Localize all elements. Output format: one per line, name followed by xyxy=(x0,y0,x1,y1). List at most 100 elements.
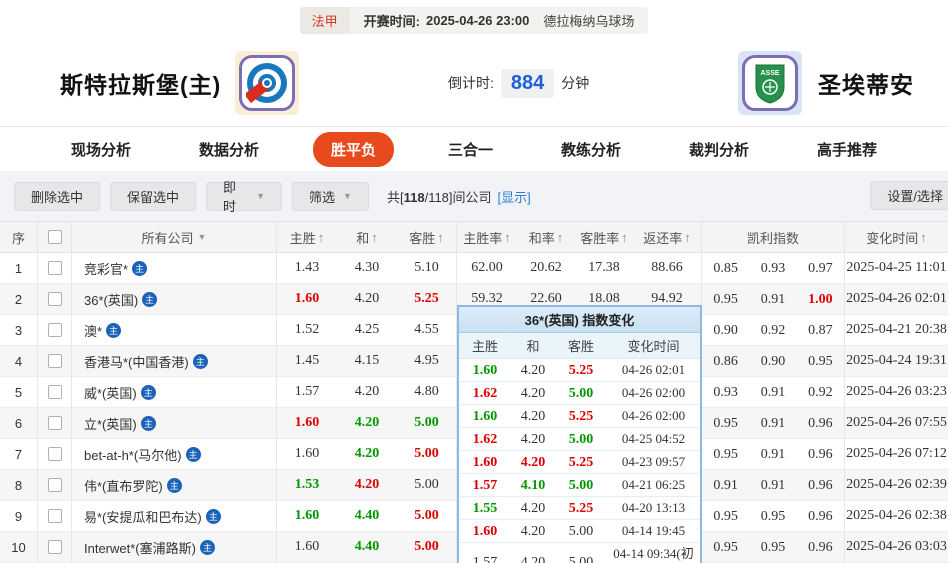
realtime-dropdown-label: 即时 xyxy=(223,177,248,215)
column-header-主胜[interactable]: 主胜↑ xyxy=(277,222,337,252)
column-header-变化时间[interactable]: 变化时间↑ xyxy=(845,222,948,252)
nav-tab-教练分析[interactable]: 教练分析 xyxy=(547,132,635,167)
filter-dropdown[interactable]: 筛选 ▼ xyxy=(292,182,369,211)
company-name[interactable]: 伟*(直布罗陀)主 xyxy=(72,470,277,500)
away-odds: 5.00 xyxy=(397,439,457,469)
company-name[interactable]: 威*(英国)主 xyxy=(72,377,277,407)
row-checkbox[interactable] xyxy=(48,354,62,368)
sort-asc-icon: ↑ xyxy=(504,230,511,245)
row-seq: 10 xyxy=(0,532,38,562)
column-header-返还率[interactable]: 返还率↑ xyxy=(633,222,702,252)
row-checkbox-cell xyxy=(38,346,72,376)
nav-tab-现场分析[interactable]: 现场分析 xyxy=(57,132,145,167)
column-header-和[interactable]: 和↑ xyxy=(337,222,397,252)
away-odds: 4.55 xyxy=(397,315,457,345)
away-rate: 17.38 xyxy=(575,253,633,283)
row-checkbox-cell xyxy=(38,470,72,500)
row-checkbox[interactable] xyxy=(48,323,62,337)
column-header-凯利指数: 凯利指数 xyxy=(702,222,845,252)
nav-tab-数据分析[interactable]: 数据分析 xyxy=(185,132,273,167)
column-header-客胜率[interactable]: 客胜率↑ xyxy=(575,222,633,252)
nav-tab-高手推荐[interactable]: 高手推荐 xyxy=(803,132,891,167)
home-odds: 1.43 xyxy=(277,253,337,283)
company-name[interactable]: 香港马*(中国香港)主 xyxy=(72,346,277,376)
change-time: 2025-04-25 11:01 xyxy=(845,253,948,283)
column-header-所有公司[interactable]: 所有公司▼ xyxy=(72,222,277,252)
company-name[interactable]: bet-at-h*(马尔他)主 xyxy=(72,439,277,469)
popup-history-row: 1.604.205.2504-26 02:00 xyxy=(459,405,700,428)
popup-change-time: 04-26 02:01 xyxy=(607,362,700,378)
home-badge-icon: 主 xyxy=(193,354,208,369)
chevron-down-icon: ▼ xyxy=(343,191,352,201)
change-time: 2025-04-26 02:38 xyxy=(845,501,948,531)
home-badge-icon: 主 xyxy=(132,261,147,276)
popup-home-odds: 1.57 xyxy=(459,476,511,494)
row-checkbox[interactable] xyxy=(48,292,62,306)
popup-away-odds: 5.00 xyxy=(555,384,607,402)
draw-odds: 4.20 xyxy=(337,439,397,469)
row-checkbox[interactable] xyxy=(48,447,62,461)
row-checkbox[interactable] xyxy=(48,509,62,523)
realtime-dropdown[interactable]: 即时 ▼ xyxy=(206,182,282,211)
select-all-checkbox[interactable] xyxy=(48,230,62,244)
home-badge-icon: 主 xyxy=(186,447,201,462)
popup-change-time: 04-26 02:00 xyxy=(607,385,700,401)
nav-tab-三合一[interactable]: 三合一 xyxy=(434,132,507,167)
row-checkbox-cell xyxy=(38,377,72,407)
venue-name: 德拉梅纳乌球场 xyxy=(543,11,634,30)
popup-home-odds: 1.60 xyxy=(459,522,511,540)
row-checkbox[interactable] xyxy=(48,540,62,554)
delete-selected-button[interactable]: 删除选中 xyxy=(14,182,100,211)
company-name[interactable]: 竞彩官*主 xyxy=(72,253,277,283)
column-header-客胜[interactable]: 客胜↑ xyxy=(397,222,457,252)
popup-draw-odds: 4.20 xyxy=(511,553,555,563)
home-odds: 1.60 xyxy=(277,532,337,562)
company-name[interactable]: Interwet*(塞浦路斯)主 xyxy=(72,532,277,562)
popup-home-odds: 1.55 xyxy=(459,499,511,517)
sort-asc-icon: ↑ xyxy=(371,230,378,245)
countdown-label: 倒计时: xyxy=(448,73,494,93)
show-link[interactable]: [显示] xyxy=(498,187,531,206)
home-odds: 1.45 xyxy=(277,346,337,376)
home-badge-icon: 主 xyxy=(200,540,215,555)
row-checkbox[interactable] xyxy=(48,416,62,430)
column-header-和率[interactable]: 和率↑ xyxy=(517,222,575,252)
row-checkbox[interactable] xyxy=(48,478,62,492)
popup-history-row: 1.624.205.0004-25 04:52 xyxy=(459,428,700,451)
popup-draw-odds: 4.20 xyxy=(511,384,555,402)
popup-home-odds: 1.60 xyxy=(459,453,511,471)
home-team-logo xyxy=(235,51,299,115)
row-checkbox[interactable] xyxy=(48,385,62,399)
row-seq: 4 xyxy=(0,346,38,376)
away-odds: 5.25 xyxy=(397,284,457,314)
chevron-down-icon: ▼ xyxy=(198,232,207,242)
company-name[interactable]: 澳*主 xyxy=(72,315,277,345)
popup-change-time: 04-20 13:13 xyxy=(607,500,700,516)
strasbourg-crest-icon xyxy=(246,62,288,104)
popup-draw-odds: 4.20 xyxy=(511,430,555,448)
popup-column-主胜: 主胜 xyxy=(459,336,511,355)
nav-tab-胜平负[interactable]: 胜平负 xyxy=(313,132,394,167)
row-seq: 7 xyxy=(0,439,38,469)
company-name[interactable]: 36*(英国)主 xyxy=(72,284,277,314)
change-time: 2025-04-26 03:23 xyxy=(845,377,948,407)
column-header-主胜率[interactable]: 主胜率↑ xyxy=(457,222,517,252)
kelly-index: 0.860.900.95 xyxy=(702,346,845,376)
popup-change-time: 04-25 04:52 xyxy=(607,431,700,447)
column-header-checkbox[interactable] xyxy=(38,222,72,252)
kelly-index: 0.850.930.97 xyxy=(702,253,845,283)
home-badge-icon: 主 xyxy=(141,416,156,431)
home-badge-icon: 主 xyxy=(106,323,121,338)
popup-draw-odds: 4.20 xyxy=(511,522,555,540)
keep-selected-button[interactable]: 保留选中 xyxy=(110,182,196,211)
company-name[interactable]: 立*(英国)主 xyxy=(72,408,277,438)
company-name[interactable]: 易*(安提瓜和巴布达)主 xyxy=(72,501,277,531)
table-row[interactable]: 1竞彩官*主1.434.305.1062.0020.6217.3888.660.… xyxy=(0,253,948,284)
row-checkbox[interactable] xyxy=(48,261,62,275)
nav-tab-裁判分析[interactable]: 裁判分析 xyxy=(675,132,763,167)
row-checkbox-cell xyxy=(38,253,72,283)
sort-asc-icon: ↑ xyxy=(318,230,325,245)
row-checkbox-cell xyxy=(38,439,72,469)
settings-button[interactable]: 设置/选择 xyxy=(870,181,948,210)
popup-history-row: 1.574.205.0004-14 09:34(初指) xyxy=(459,543,700,563)
